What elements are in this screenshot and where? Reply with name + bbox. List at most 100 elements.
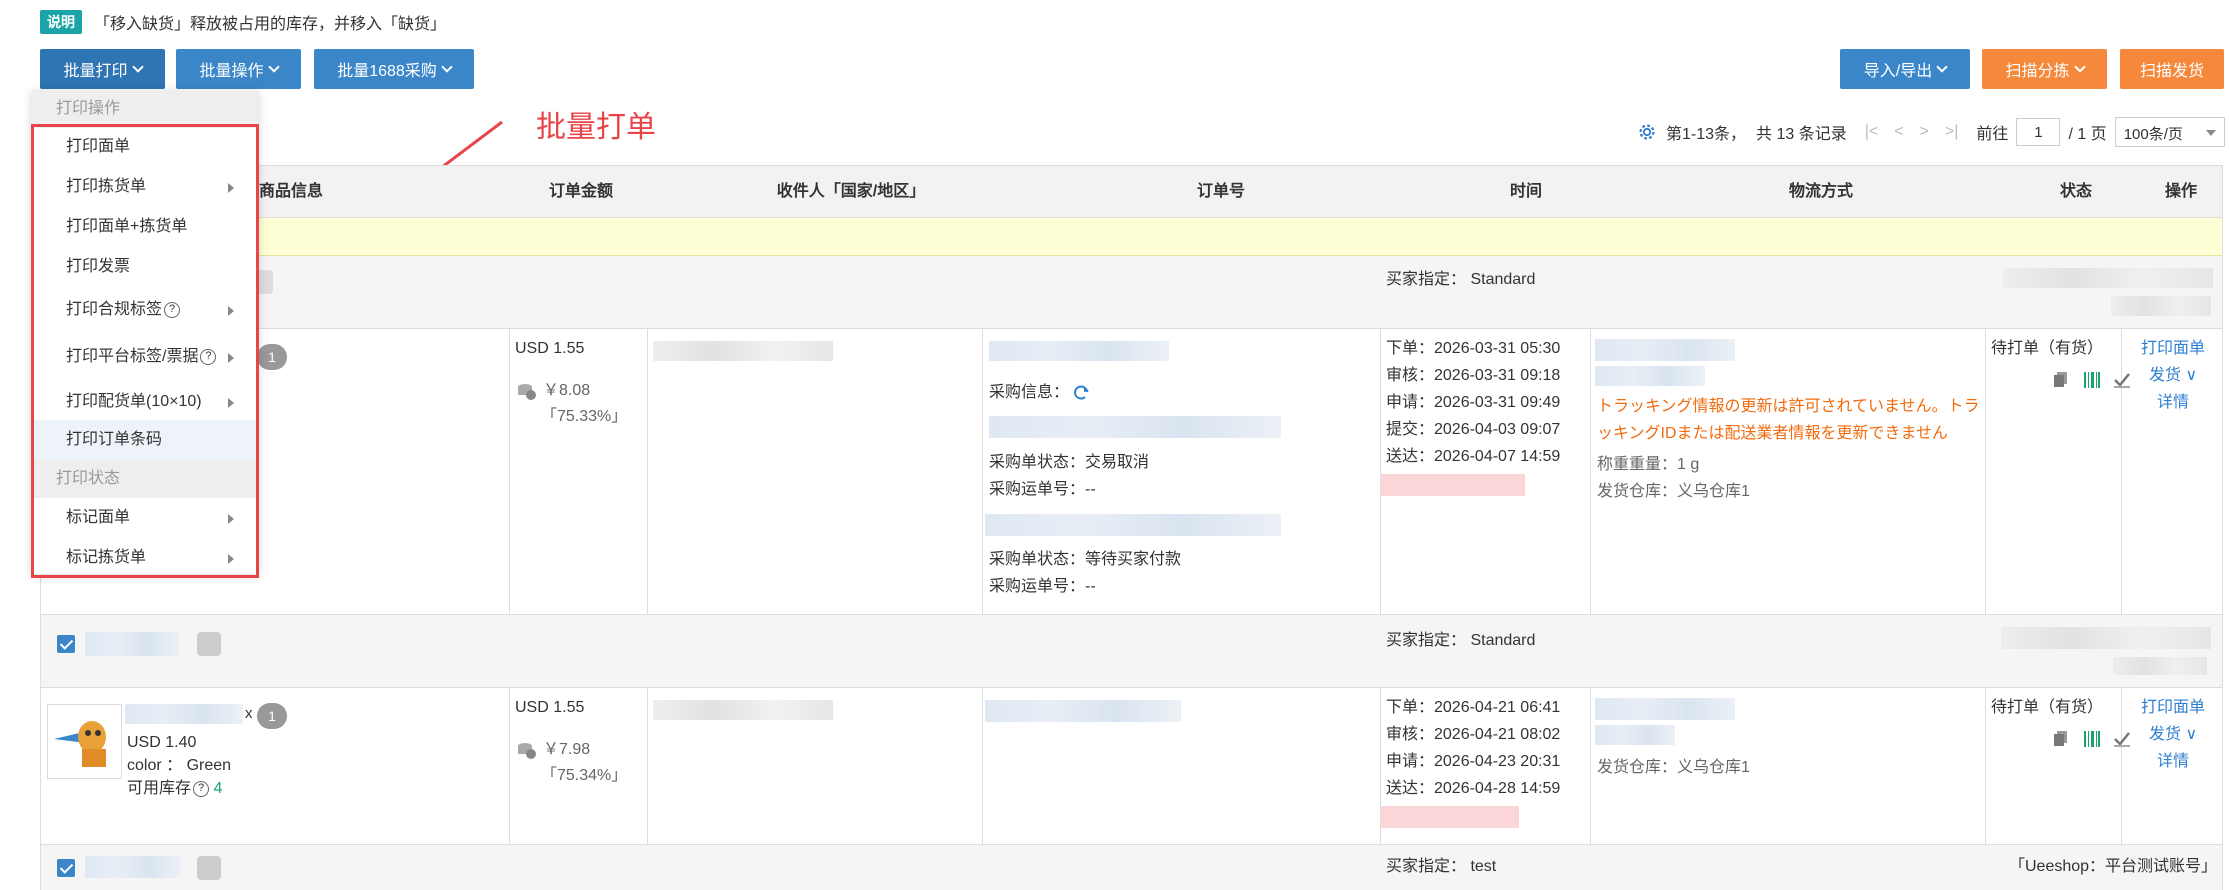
cost-value: ￥7.98: [543, 741, 591, 758]
product-name-redacted: [125, 704, 243, 724]
shop-name: 「Ueeshop：平台测试账号」: [2009, 858, 2218, 875]
notice-bar: 说明 「移入缺货」释放被占用的库存，并移入「缺货」: [40, 10, 446, 34]
qty-x: x: [245, 705, 253, 722]
time-order: 下单：2026-03-31 05:30: [1386, 340, 1561, 357]
first-page-icon[interactable]: |<: [1865, 123, 1879, 141]
margin-value: 「75.34%」: [541, 767, 628, 784]
col-recipient: 收件人「国家/地区」: [776, 183, 926, 200]
col-order-no: 订单号: [1196, 183, 1245, 200]
purchase-track: 采购运单号：--: [989, 481, 1096, 498]
platform-icon: [197, 856, 221, 880]
gear-icon[interactable]: [1636, 121, 1658, 143]
deadline-redacted: [1381, 806, 1519, 828]
purchase-status: 采购单状态：等待买家付款: [989, 551, 1182, 568]
recipient-redacted: [653, 700, 833, 720]
check-mark-icon[interactable]: [2113, 730, 2131, 748]
pager-total: 共 13 条记录: [1756, 126, 1847, 143]
buyer-shipping: 买家指定： Standard: [1386, 271, 1536, 288]
purchase-status: 采购单状态：交易取消: [989, 454, 1150, 471]
margin-value: 「75.33%」: [541, 408, 628, 425]
time-apply: 申请：2026-04-23 20:31: [1386, 753, 1561, 770]
time-deliver: 送达：2026-04-07 14:59: [1386, 448, 1561, 465]
page-input[interactable]: 1: [2016, 118, 2061, 146]
shop-name-redacted: [2001, 627, 2211, 649]
buyer-shipping: 买家指定： test: [1386, 858, 1497, 875]
batch-ops-button[interactable]: 批量操作: [176, 49, 301, 89]
copy-icon[interactable]: [2053, 730, 2069, 748]
cost-icon: [518, 384, 536, 400]
last-page-icon[interactable]: >|: [1945, 123, 1959, 141]
per-page-select[interactable]: 100条/页: [2114, 117, 2225, 147]
time-submit: 提交：2026-04-03 09:07: [1386, 421, 1561, 438]
prev-page-icon[interactable]: <: [1894, 123, 1903, 141]
tracking-redacted: [1595, 366, 1705, 386]
order-status: 待打单（有货）: [1991, 340, 2104, 357]
barcode-icon[interactable]: [2083, 371, 2101, 389]
ship-link[interactable]: 发货 ∨: [2149, 362, 2197, 389]
import-export-button[interactable]: 导入/导出: [1840, 49, 1970, 89]
buyer-shipping: 买家指定： Standard: [1386, 632, 1536, 649]
time-apply: 申请：2026-03-31 09:49: [1386, 394, 1561, 411]
purchase-no-redacted: [989, 416, 1281, 438]
detail-link[interactable]: 详情: [2157, 389, 2189, 416]
tracking-redacted: [1595, 725, 1675, 745]
logistics-redacted: [1595, 698, 1735, 720]
row-checkbox[interactable]: [57, 859, 75, 877]
cost-icon: [518, 743, 536, 759]
warehouse: 发货仓库：义乌仓库1: [1597, 483, 1750, 500]
notice-text: 「移入缺货」释放被占用的库存，并移入「缺货」: [94, 16, 447, 33]
shop-name-redacted: [2003, 268, 2213, 288]
scan-sort-button[interactable]: 扫描分拣: [1982, 49, 2107, 89]
help-icon[interactable]: ?: [193, 780, 210, 797]
recipient-redacted: [653, 341, 833, 361]
chevron-down-icon: [2073, 60, 2086, 73]
copy-icon[interactable]: [2053, 371, 2069, 389]
pager-range: 第1-13条，: [1666, 126, 1747, 143]
ship-link[interactable]: 发货 ∨: [2149, 721, 2197, 748]
annotation-label: 批量打单: [536, 111, 656, 144]
col-amount: 订单金额: [548, 183, 613, 200]
deadline-redacted: [1381, 474, 1525, 496]
row-checkbox[interactable]: [57, 635, 75, 653]
goto-label: 前往: [1976, 126, 2009, 143]
col-ops: 操作: [2164, 183, 2197, 200]
barcode-icon[interactable]: [2083, 730, 2101, 748]
purchase-label: 采购信息：: [989, 384, 1070, 401]
scan-ship-button[interactable]: 扫描发货: [2120, 49, 2224, 89]
detail-link[interactable]: 详情: [2157, 748, 2189, 775]
time-audit: 审核：2026-04-21 08:02: [1386, 726, 1561, 743]
logistics-warning: トラッキング情報の更新は許可されていません。トラッキングIDまたは配送業者情報を…: [1597, 398, 1980, 442]
purchase-no-redacted: [985, 514, 1281, 536]
order-group-row: 买家指定： test 「Ueeshop：平台测试账号」: [41, 845, 2222, 890]
order-status: 待打单（有货）: [1991, 699, 2104, 716]
chevron-down-icon: [267, 60, 280, 73]
next-page-icon[interactable]: >: [1920, 123, 1929, 141]
batch-1688-button[interactable]: 批量1688采购: [314, 49, 474, 89]
col-time: 时间: [1509, 183, 1542, 200]
print-label-link[interactable]: 打印面单: [2141, 335, 2205, 362]
chevron-down-icon: [131, 60, 144, 73]
check-mark-icon[interactable]: [2113, 371, 2131, 389]
order-no-redacted: [985, 700, 1181, 722]
refresh-icon[interactable]: [1072, 384, 1090, 402]
order-group-row: 买家指定： Standard: [41, 615, 2222, 688]
annotation-highlight-box: [31, 124, 259, 578]
purchase-track: 采购运单号：--: [989, 578, 1096, 595]
chevron-down-icon: [1936, 60, 1948, 73]
qty-badge: 1: [257, 703, 287, 729]
qty-badge: 1: [257, 344, 287, 370]
dropdown-section-print-ops: 打印操作: [32, 90, 258, 128]
order-row: x 1 USD 1.40 color ： Green 可用库存? 4 USD 1…: [41, 688, 2222, 845]
caret-down-icon: [2205, 130, 2216, 136]
print-label-link[interactable]: 打印面单: [2141, 694, 2205, 721]
pages-label: / 1 页: [2068, 126, 2107, 143]
order-amount: USD 1.55: [515, 340, 585, 357]
product-image[interactable]: [47, 704, 122, 779]
stock-label: 可用库存: [127, 780, 192, 797]
notice-tag: 说明: [40, 10, 82, 34]
batch-print-button[interactable]: 批量打印: [40, 49, 165, 89]
cost-value: ￥8.08: [543, 382, 591, 399]
product-toy-image: [54, 721, 106, 767]
order-id-redacted: [85, 856, 181, 878]
time-order: 下单：2026-04-21 06:41: [1386, 699, 1561, 716]
